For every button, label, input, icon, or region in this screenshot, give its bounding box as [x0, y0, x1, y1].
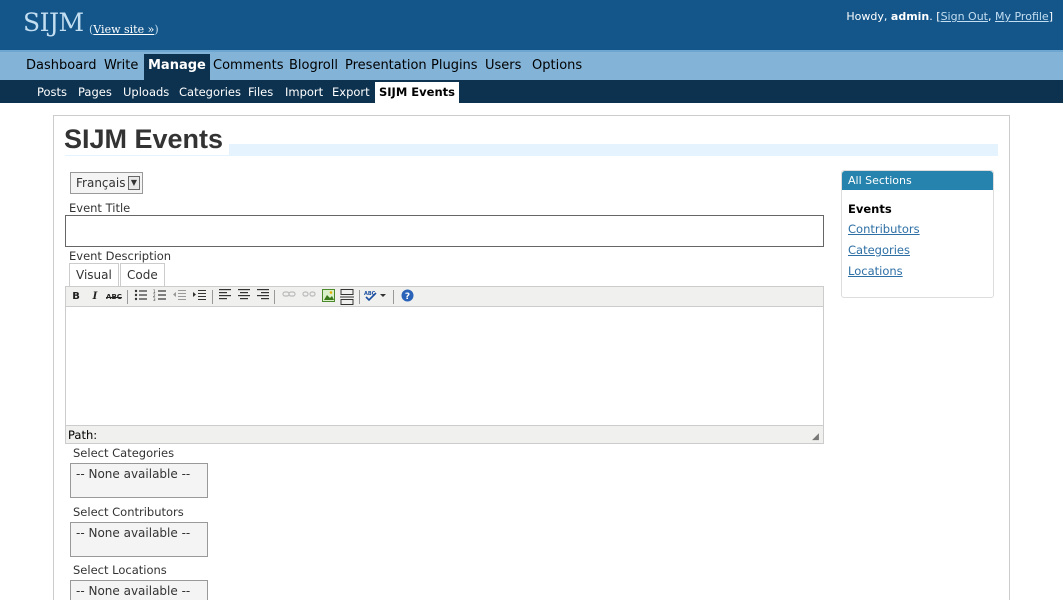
admin-header: SIJM (View site ») Howdy, admin. [Sign O…	[0, 0, 1063, 50]
help-icon[interactable]: ?	[399, 289, 415, 305]
contributors-listbox[interactable]: -- None available --	[70, 522, 208, 557]
event-description-label: Event Description	[69, 249, 172, 263]
sign-out-link[interactable]: Sign Out	[941, 10, 988, 23]
sidebar-item-events[interactable]: Events	[848, 202, 892, 216]
editor-path-label: Path:	[68, 428, 98, 442]
toolbar-separator	[127, 290, 128, 304]
indent-icon[interactable]	[192, 289, 208, 305]
page-title: SIJM Events	[64, 124, 230, 155]
toolbar-separator	[212, 290, 213, 304]
strikethrough-icon[interactable]: ABC	[106, 289, 122, 305]
sidebar-item-locations[interactable]: Locations	[848, 264, 903, 278]
categories-empty-text: -- None available --	[76, 467, 191, 481]
language-select-value: Français	[76, 176, 126, 190]
user-sep-comma: ,	[988, 10, 992, 23]
menu-item-dashboard[interactable]: Dashboard	[22, 52, 101, 80]
select-categories-label: Select Categories	[73, 446, 175, 460]
username: admin	[890, 10, 930, 23]
locations-empty-text: -- None available --	[76, 584, 191, 598]
submenu-item-posts[interactable]: Posts	[37, 80, 67, 103]
align-left-icon[interactable]	[217, 289, 233, 305]
align-center-icon[interactable]	[236, 289, 252, 305]
contributors-empty-text: -- None available --	[76, 526, 191, 540]
sections-sidebar: All Sections Events Contributors Categor…	[841, 170, 994, 298]
language-select[interactable]: Français ▼	[70, 172, 143, 194]
menu-item-presentation[interactable]: Presentation	[341, 52, 431, 80]
menu-item-options[interactable]: Options	[528, 52, 586, 80]
select-locations-label: Select Locations	[73, 563, 167, 577]
view-site-paren-close: )	[154, 23, 159, 36]
menu-item-comments[interactable]: Comments	[209, 52, 287, 80]
categories-listbox[interactable]: -- None available --	[70, 463, 208, 498]
howdy-text: Howdy,	[846, 10, 888, 23]
menu-item-blogroll[interactable]: Blogroll	[285, 52, 342, 80]
event-title-input[interactable]	[65, 215, 824, 247]
content-wrap: SIJM Events Français ▼ Event Title Event…	[53, 115, 1010, 600]
editor-tab-visual[interactable]: Visual	[69, 263, 119, 286]
user-sep-2: ]	[1048, 10, 1053, 23]
user-info: Howdy, admin. [Sign Out, My Profile]	[846, 10, 1053, 23]
editor-toolbar: B I ABC 123 ABC ?	[66, 287, 823, 307]
italic-icon[interactable]: I	[87, 289, 103, 305]
menu-item-manage[interactable]: Manage	[144, 54, 210, 80]
admin-menu: Dashboard Write Manage Comments Blogroll…	[0, 50, 1063, 80]
user-sep-1: . [	[929, 10, 941, 23]
outdent-icon[interactable]	[172, 289, 188, 305]
editor-tab-code[interactable]: Code	[120, 263, 165, 286]
svg-text:3: 3	[153, 297, 156, 301]
menu-item-users[interactable]: Users	[481, 52, 525, 80]
view-site-link[interactable]: View site »	[93, 23, 154, 36]
toolbar-separator	[274, 290, 275, 304]
sidebar-header: All Sections	[842, 171, 993, 190]
sidebar-item-categories[interactable]: Categories	[848, 243, 910, 257]
menu-item-plugins[interactable]: Plugins	[427, 52, 482, 80]
align-right-icon[interactable]	[255, 289, 271, 305]
submenu-item-sijm-events[interactable]: SIJM Events	[375, 82, 459, 103]
spellcheck-icon[interactable]: ABC	[364, 289, 388, 305]
select-contributors-label: Select Contributors	[73, 505, 184, 519]
numbered-list-icon[interactable]: 123	[152, 289, 168, 305]
toolbar-separator	[359, 290, 360, 304]
view-site-wrapper: (View site »)	[89, 23, 159, 36]
toolbar-separator	[393, 290, 394, 304]
site-title: SIJM	[23, 8, 84, 37]
svg-text:?: ?	[404, 292, 409, 302]
chevron-down-icon[interactable]: ▼	[128, 176, 140, 190]
editor-content-area[interactable]	[66, 307, 823, 426]
image-icon[interactable]	[320, 289, 336, 305]
rich-text-editor: B I ABC 123 ABC ? Path: ◢	[65, 286, 824, 444]
submenu-item-files[interactable]: Files	[248, 80, 273, 103]
sidebar-item-contributors[interactable]: Contributors	[848, 222, 920, 236]
admin-submenu: Posts Pages Uploads Categories Files Imp…	[0, 80, 1063, 103]
unlink-icon[interactable]	[301, 289, 317, 305]
my-profile-link[interactable]: My Profile	[995, 10, 1049, 23]
menu-item-write[interactable]: Write	[100, 52, 142, 80]
submenu-item-uploads[interactable]: Uploads	[123, 80, 169, 103]
submenu-item-categories[interactable]: Categories	[179, 80, 241, 103]
link-icon[interactable]	[281, 289, 297, 305]
bold-icon[interactable]: B	[68, 289, 84, 305]
submenu-item-pages[interactable]: Pages	[78, 80, 112, 103]
submenu-item-import[interactable]: Import	[285, 80, 323, 103]
more-break-icon[interactable]	[339, 289, 355, 305]
bullet-list-icon[interactable]	[133, 289, 149, 305]
locations-listbox[interactable]: -- None available --	[70, 580, 208, 600]
submenu-item-export[interactable]: Export	[332, 80, 370, 103]
resize-grip-icon[interactable]: ◢	[812, 432, 822, 442]
event-title-label: Event Title	[69, 201, 131, 215]
